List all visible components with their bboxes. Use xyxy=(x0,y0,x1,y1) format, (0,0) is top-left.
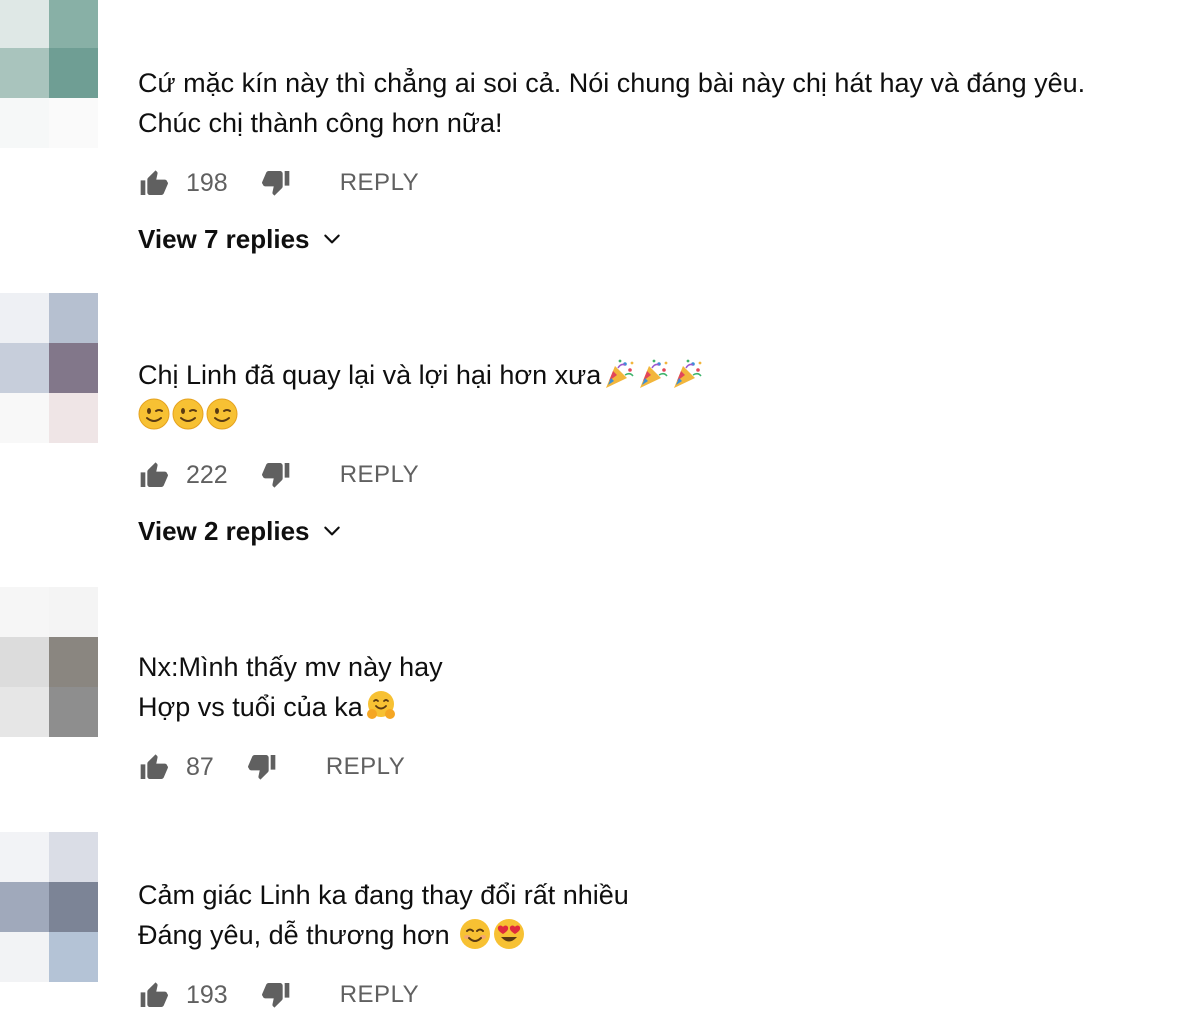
comment-line: Cứ mặc kín này thì chẳng ai soi cả. Nói … xyxy=(138,68,1086,98)
smiling-face-emoji xyxy=(459,918,491,950)
avatar[interactable] xyxy=(0,0,98,148)
comment-line: Chúc chị thành công hơn nữa! xyxy=(138,108,503,138)
comment-text: Cứ mặc kín này thì chẳng ai soi cả. Nói … xyxy=(138,63,1085,143)
thumbs-down-icon xyxy=(260,459,292,491)
comment-line xyxy=(138,395,703,435)
comment-text-block: Nx:Mình thấy mv này hay Hợp vs tuổi của … xyxy=(138,647,443,727)
chevron-down-icon xyxy=(322,229,342,249)
view-replies-button[interactable]: View 2 replies xyxy=(138,513,342,549)
comment-line-text: Chị Linh đã quay lại và lợi hại hơn xưa xyxy=(138,360,602,390)
reply-button[interactable]: REPLY xyxy=(340,461,419,489)
comment-text: Nx:Mình thấy mv này hay Hợp vs tuổi của … xyxy=(138,647,443,727)
thumbs-down-icon xyxy=(260,979,292,1011)
comment-actions: 193 REPLY xyxy=(138,978,419,1012)
thumbs-up-icon xyxy=(138,979,170,1011)
view-replies-label: View 2 replies xyxy=(138,515,310,546)
like-button[interactable] xyxy=(138,459,170,491)
view-replies-button[interactable]: View 7 replies xyxy=(138,221,342,257)
like-button[interactable] xyxy=(138,167,170,199)
party-popper-emoji xyxy=(603,358,635,390)
comment-actions: 87 REPLY xyxy=(138,750,405,784)
comment-line: Hợp vs tuổi của ka xyxy=(138,687,443,727)
avatar[interactable] xyxy=(0,293,98,443)
dislike-button[interactable] xyxy=(246,751,278,783)
like-count: 222 xyxy=(186,460,228,489)
comment-line-text: Đáng yêu, dễ thương hơn xyxy=(138,920,458,950)
comment-actions: 198 REPLY xyxy=(138,166,419,200)
dislike-button[interactable] xyxy=(260,459,292,491)
comment-text: Cảm giác Linh ka đang thay đổi rất nhiều… xyxy=(138,875,629,955)
party-popper-emoji xyxy=(671,358,703,390)
comment-line-text: Hợp vs tuổi của ka xyxy=(138,692,363,722)
thumbs-down-icon xyxy=(246,751,278,783)
thumbs-up-icon xyxy=(138,751,170,783)
thumbs-up-icon xyxy=(138,167,170,199)
comment-line: Đáng yêu, dễ thương hơn xyxy=(138,915,629,955)
avatar[interactable] xyxy=(0,832,98,982)
like-count: 87 xyxy=(186,752,214,781)
reply-button[interactable]: REPLY xyxy=(340,981,419,1009)
heart-eyes-emoji xyxy=(493,918,525,950)
dislike-button[interactable] xyxy=(260,979,292,1011)
winking-face-emoji xyxy=(172,398,204,430)
comment-text: Chị Linh đã quay lại và lợi hại hơn xưa xyxy=(138,355,703,435)
comment-line: Chị Linh đã quay lại và lợi hại hơn xưa xyxy=(138,355,703,395)
winking-face-emoji xyxy=(138,398,170,430)
like-button[interactable] xyxy=(138,751,170,783)
party-popper-emoji xyxy=(637,358,669,390)
comment-line: Cảm giác Linh ka đang thay đổi rất nhiều xyxy=(138,880,629,910)
chevron-down-icon xyxy=(322,521,342,541)
winking-face-emoji xyxy=(206,398,238,430)
dislike-button[interactable] xyxy=(260,167,292,199)
hugging-face-emoji xyxy=(365,690,397,722)
comment-text-block: Cứ mặc kín này thì chẳng ai soi cả. Nói … xyxy=(138,63,1085,143)
comment-text-block: Cảm giác Linh ka đang thay đổi rất nhiều… xyxy=(138,875,629,955)
thumbs-down-icon xyxy=(260,167,292,199)
view-replies-label: View 7 replies xyxy=(138,223,310,254)
like-button[interactable] xyxy=(138,979,170,1011)
comment-text-block: Chị Linh đã quay lại và lợi hại hơn xưa xyxy=(138,355,703,435)
avatar[interactable] xyxy=(0,587,98,737)
comment-actions: 222 REPLY xyxy=(138,458,419,492)
like-count: 193 xyxy=(186,980,228,1009)
like-count: 198 xyxy=(186,168,228,197)
thumbs-up-icon xyxy=(138,459,170,491)
comment-line: Nx:Mình thấy mv này hay xyxy=(138,652,443,682)
reply-button[interactable]: REPLY xyxy=(326,753,405,781)
reply-button[interactable]: REPLY xyxy=(340,169,419,197)
